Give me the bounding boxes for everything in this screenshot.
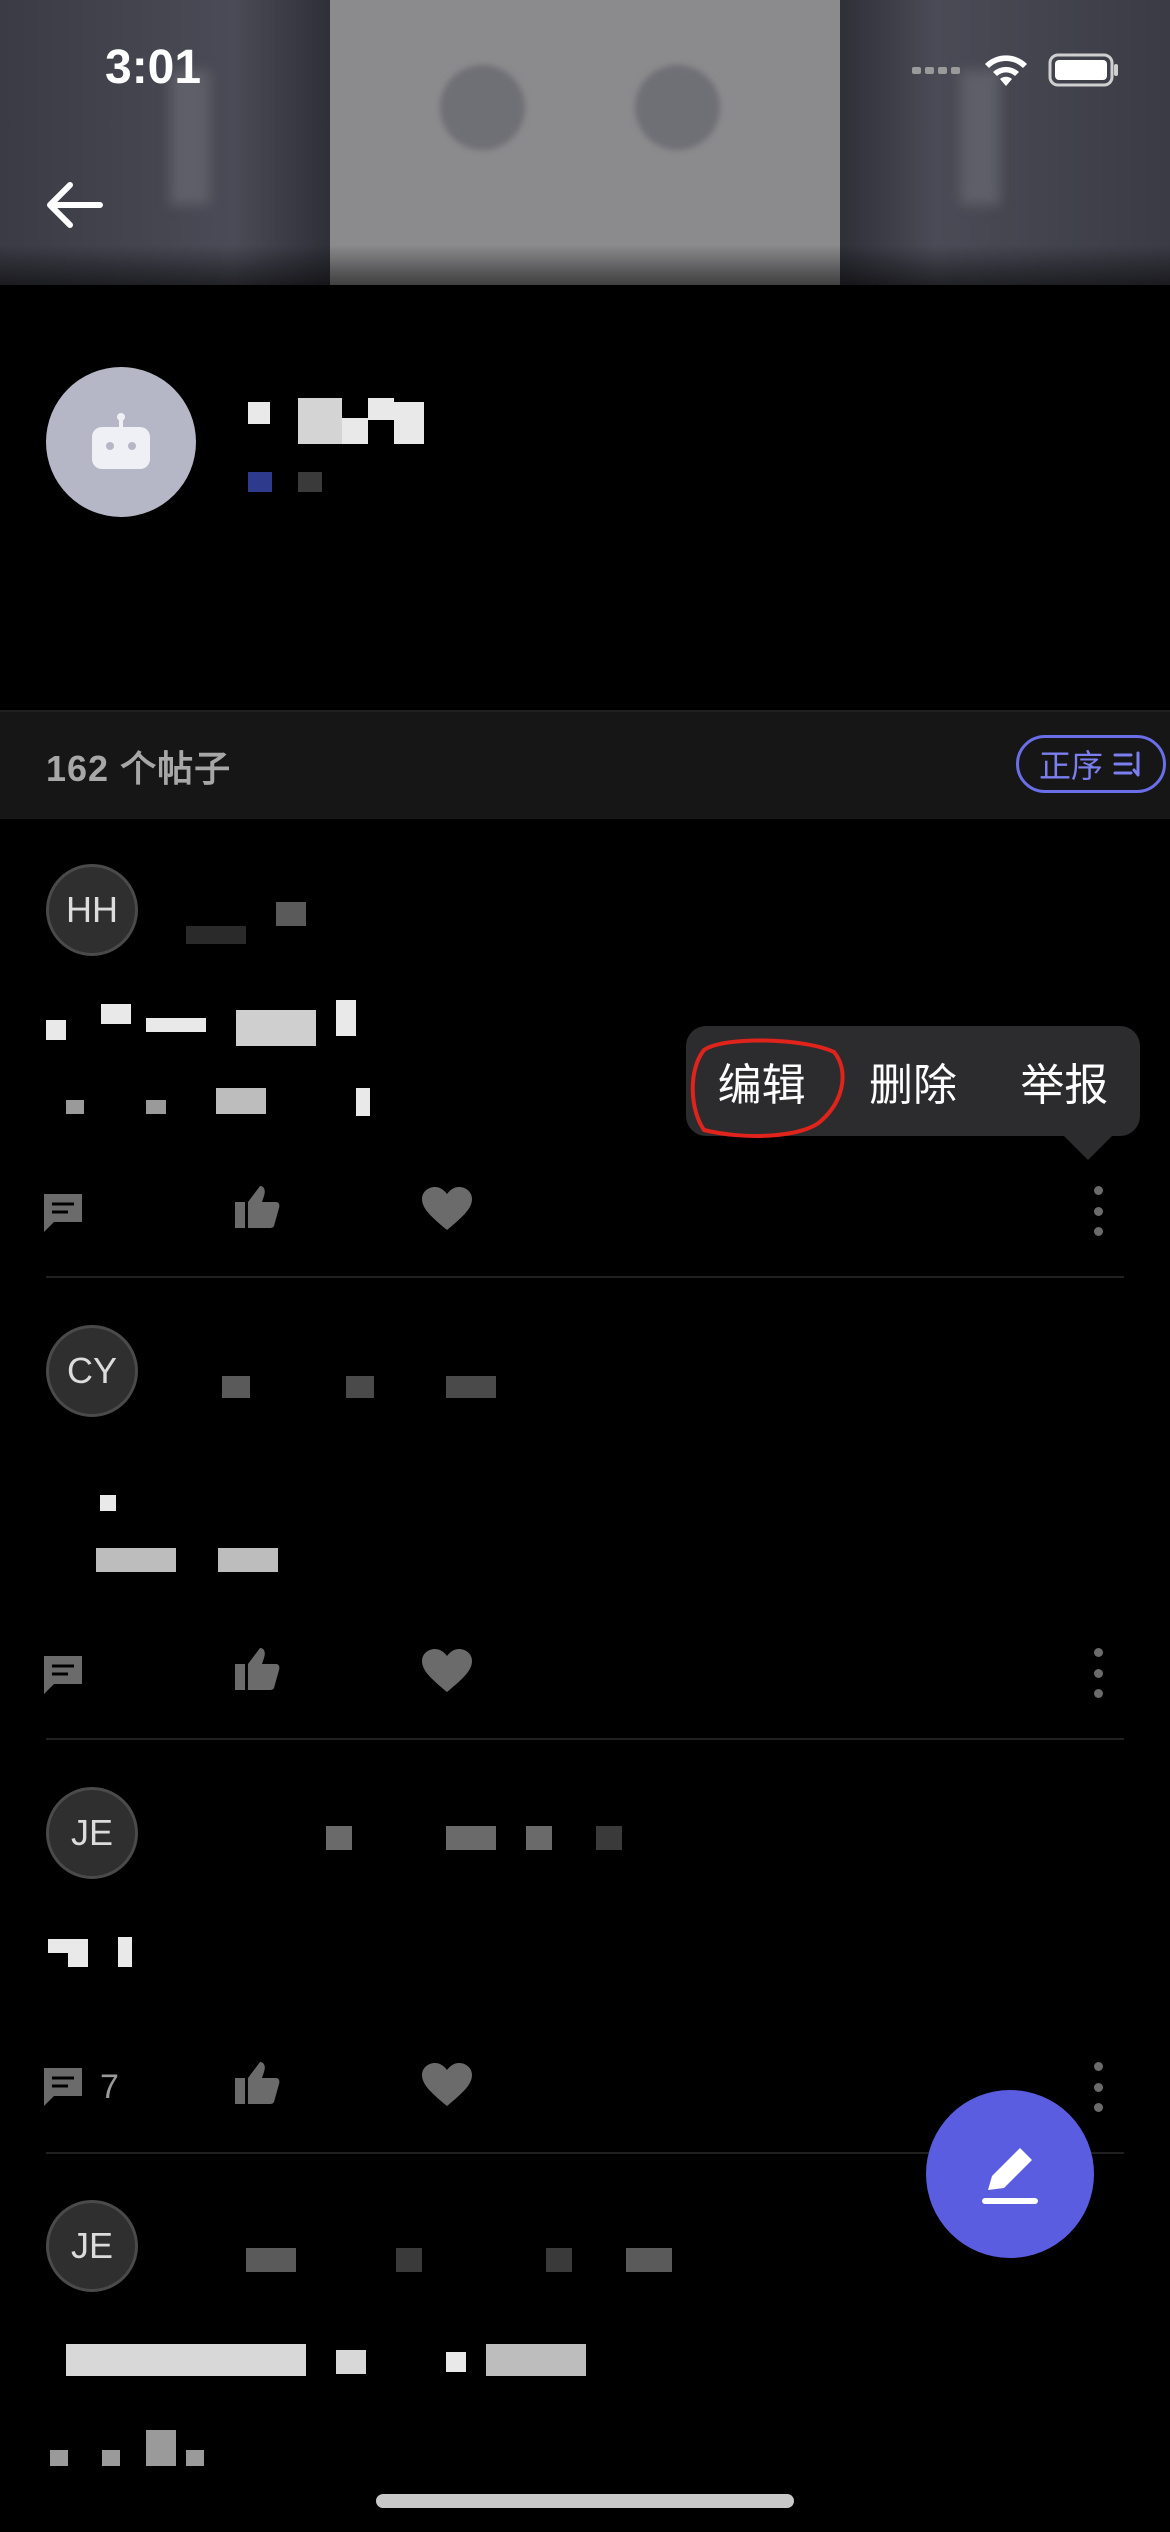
- more-options-button[interactable]: [1088, 1186, 1108, 1236]
- banner-decor: [960, 70, 1000, 205]
- avatar-initials: JE: [70, 1812, 113, 1853]
- back-arrow-icon[interactable]: [40, 170, 110, 240]
- like-icon[interactable]: [232, 1182, 282, 1232]
- comment-icon: [44, 1194, 82, 1232]
- avatar-initials: JE: [70, 2225, 113, 2266]
- comment-button[interactable]: [40, 1190, 100, 1236]
- comment-button[interactable]: [40, 1652, 100, 1698]
- sort-label: 正序: [1038, 748, 1103, 784]
- more-options-button[interactable]: [1088, 2062, 1108, 2112]
- banner-eye: [635, 65, 720, 150]
- post-avatar[interactable]: JE: [46, 1787, 138, 1879]
- annotation-circle: [690, 1038, 845, 1138]
- banner-robot-face: [330, 0, 840, 285]
- profile-meta-redacted: [248, 472, 328, 494]
- menu-item-report[interactable]: 举报: [989, 1049, 1140, 1113]
- banner-fade: [0, 245, 1170, 285]
- status-icons: [912, 50, 1120, 90]
- comment-icon: [44, 2068, 82, 2106]
- post-avatar[interactable]: HH: [46, 864, 138, 956]
- post-divider: [46, 1738, 1124, 1740]
- post-content-redacted: [46, 1935, 146, 1975]
- heart-icon[interactable]: [420, 1186, 474, 1232]
- battery-icon: [1048, 53, 1118, 87]
- sort-button[interactable]: 正序: [1016, 735, 1166, 793]
- home-indicator: [376, 2494, 794, 2508]
- post-author-redacted: [146, 1370, 526, 1400]
- profile-avatar[interactable]: [46, 367, 196, 517]
- post-count-label: 162 个帖子: [46, 748, 232, 789]
- comment-count: 7: [100, 2067, 119, 2106]
- post-avatar[interactable]: JE: [46, 2200, 138, 2292]
- banner-eye: [440, 65, 525, 150]
- post-content-redacted: [46, 1000, 396, 1120]
- post-avatar[interactable]: CY: [46, 1325, 138, 1417]
- post-content-redacted: [46, 2340, 586, 2480]
- avatar-initials: HH: [66, 889, 118, 930]
- avatar-initials: CY: [66, 1350, 117, 1391]
- like-icon[interactable]: [232, 2058, 282, 2108]
- comment-button[interactable]: 7: [40, 2064, 119, 2110]
- post-author-redacted: [146, 2246, 686, 2276]
- heart-icon[interactable]: [420, 2062, 474, 2108]
- status-time: 3:01: [105, 41, 202, 94]
- like-icon[interactable]: [232, 1644, 282, 1694]
- robot-icon: [92, 413, 150, 469]
- menu-pointer: [1060, 1132, 1116, 1160]
- compose-button[interactable]: [926, 2090, 1094, 2258]
- more-options-button[interactable]: [1088, 1648, 1108, 1698]
- pencil-icon: [982, 2148, 1038, 2204]
- comment-icon: [44, 1656, 82, 1694]
- post-divider: [46, 1276, 1124, 1278]
- wifi-icon: [985, 55, 1027, 86]
- post-author-redacted: [146, 880, 386, 950]
- post-author-redacted: [146, 1824, 646, 1854]
- heart-icon[interactable]: [420, 1648, 474, 1694]
- signal-icon: [912, 67, 960, 74]
- profile-name-redacted: [248, 398, 428, 448]
- post-content-redacted: [46, 1490, 326, 1580]
- menu-item-delete[interactable]: 删除: [837, 1049, 988, 1113]
- sort-icon: [1113, 751, 1140, 777]
